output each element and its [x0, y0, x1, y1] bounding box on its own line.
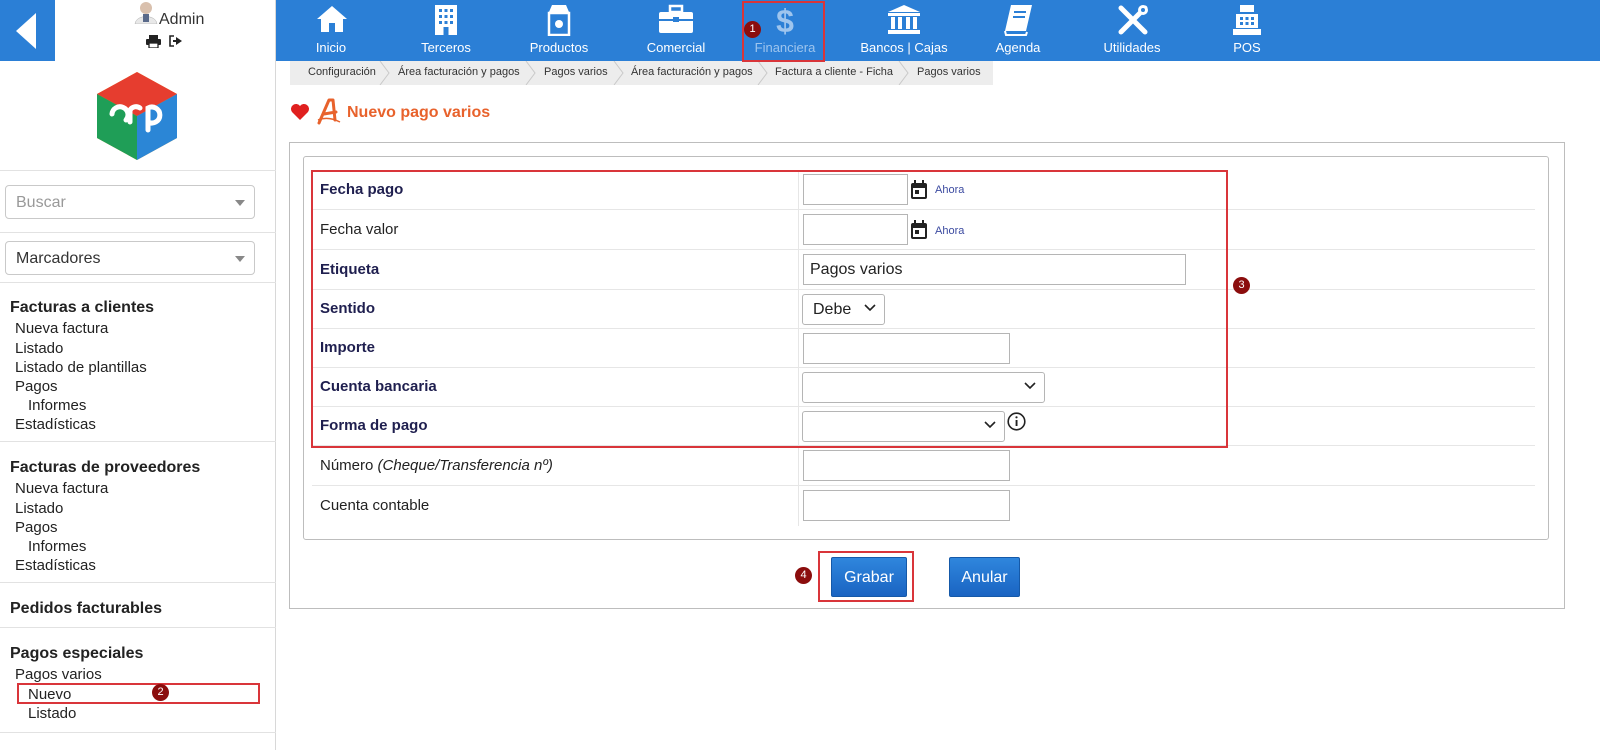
nav-item-agenda[interactable]: Agenda: [976, 0, 1060, 61]
menu-link-informes[interactable]: Informes: [28, 538, 86, 555]
nav-item-comercial[interactable]: Comercial: [634, 0, 718, 61]
breadcrumb-item[interactable]: Área facturación y pagos: [398, 66, 520, 78]
print-icon[interactable]: [146, 35, 161, 48]
breadcrumb-item[interactable]: Factura a cliente - Ficha: [775, 66, 893, 78]
annotation-box-form-fields: [311, 170, 1228, 448]
back-arrow-icon: [16, 13, 36, 49]
divider: [0, 282, 276, 283]
section-title-facturas-proveedores[interactable]: Facturas de proveedores: [10, 459, 200, 477]
menu-link-nueva-factura[interactable]: Nueva factura: [15, 480, 108, 497]
invoice-app-icon: [317, 98, 341, 125]
divider: [0, 732, 276, 733]
nav-label: Agenda: [995, 40, 1041, 55]
user-name[interactable]: Admin: [159, 11, 204, 29]
nav-label: Comercial: [646, 40, 706, 55]
chevron-right-icon: [379, 61, 390, 85]
page-title: Nuevo pago varios: [347, 104, 491, 121]
nav-item-pos[interactable]: POS: [1211, 0, 1283, 61]
book-icon: [1004, 5, 1032, 36]
back-button[interactable]: [0, 0, 55, 61]
cuenta-contable-input[interactable]: [803, 490, 1010, 521]
chevron-right-icon: [898, 61, 909, 85]
tools-icon: [1118, 5, 1148, 35]
dropdown-arrow-icon: [235, 200, 245, 206]
bookmarks-label: Marcadores: [16, 250, 101, 267]
nav-item-bancos-cajas[interactable]: Bancos | Cajas: [856, 0, 952, 61]
menu-link-nueva-factura[interactable]: Nueva factura: [15, 320, 108, 337]
breadcrumb-item[interactable]: Pagos varios: [544, 66, 608, 78]
menu-link-pagos[interactable]: Pagos: [15, 378, 58, 395]
app-window: Admin Buscar Marcadores Facturas a clien…: [0, 0, 1600, 750]
search-select[interactable]: Buscar: [5, 185, 255, 219]
annotation-badge: 4: [795, 567, 812, 584]
breadcrumb-item[interactable]: Pagos varios: [917, 66, 981, 78]
cancel-button[interactable]: Anular: [949, 557, 1020, 597]
building-icon: [435, 5, 457, 35]
menu-link-pagos-varios[interactable]: Pagos varios: [15, 666, 102, 683]
divider: [0, 627, 276, 628]
menu-link-estadisticas[interactable]: Estadísticas: [15, 416, 96, 433]
nav-label: Bancos | Cajas: [860, 40, 948, 55]
heart-icon[interactable]: [290, 103, 310, 121]
logout-icon[interactable]: [169, 35, 183, 47]
search-placeholder: Buscar: [16, 194, 66, 211]
left-sidebar: Admin Buscar Marcadores Facturas a clien…: [0, 0, 276, 750]
menu-link-listado[interactable]: Listado: [15, 500, 63, 517]
menu-link-estadisticas[interactable]: Estadísticas: [15, 557, 96, 574]
divider: [0, 441, 276, 442]
numero-label-text: Número: [320, 457, 374, 474]
numero-label: Número (Cheque/Transferencia nº): [320, 457, 553, 474]
section-title-facturas-clientes[interactable]: Facturas a clientes: [10, 299, 154, 317]
bank-icon: [888, 5, 920, 34]
annotation-badge: 2: [152, 684, 169, 701]
user-box: Admin: [55, 0, 276, 61]
nav-label: Productos: [529, 40, 589, 55]
top-navbar: Inicio Terceros Productos Comercial $ Fi…: [276, 0, 1600, 61]
section-title-pagos-especiales[interactable]: Pagos especiales: [10, 645, 143, 663]
breadcrumb: Configuración Área facturación y pagos P…: [290, 61, 993, 85]
menu-link-listado[interactable]: Listado: [15, 340, 63, 357]
divider: [0, 232, 276, 233]
register-icon: [1233, 5, 1261, 35]
annotation-badge: 1: [744, 21, 761, 38]
chevron-right-icon: [757, 61, 768, 85]
nav-item-inicio[interactable]: Inicio: [296, 0, 366, 61]
nav-label: Terceros: [421, 40, 471, 55]
box-icon: [547, 5, 571, 36]
section-title-pedidos-facturables[interactable]: Pedidos facturables: [10, 600, 162, 618]
annotation-box-nuevo: [17, 683, 260, 704]
chevron-right-icon: [613, 61, 624, 85]
nav-item-productos[interactable]: Productos: [519, 0, 599, 61]
nav-label: Utilidades: [1103, 40, 1161, 55]
cuenta-contable-label: Cuenta contable: [320, 497, 430, 514]
menu-link-pagos[interactable]: Pagos: [15, 519, 58, 536]
nav-item-utilidades[interactable]: Utilidades: [1091, 0, 1173, 61]
numero-input[interactable]: [803, 450, 1010, 481]
nav-label: POS: [1233, 40, 1261, 55]
briefcase-icon: [659, 4, 693, 33]
home-icon: [317, 6, 347, 32]
chevron-right-icon: [525, 61, 536, 85]
divider: [0, 582, 276, 583]
erp-logo: [97, 72, 177, 160]
numero-hint: (Cheque/Transferencia nº): [377, 457, 553, 474]
nav-label: Inicio: [315, 40, 347, 55]
breadcrumb-item[interactable]: Área facturación y pagos: [631, 66, 753, 78]
menu-link-listado-plantillas[interactable]: Listado de plantillas: [15, 359, 147, 376]
bookmarks-select[interactable]: Marcadores: [5, 241, 255, 275]
avatar[interactable]: [132, 0, 160, 24]
nav-item-terceros[interactable]: Terceros: [406, 0, 486, 61]
annotation-badge: 3: [1233, 277, 1250, 294]
menu-link-informes[interactable]: Informes: [28, 397, 86, 414]
divider: [0, 170, 276, 171]
menu-link-listado[interactable]: Listado: [28, 705, 76, 722]
dropdown-arrow-icon: [235, 256, 245, 262]
annotation-box-grabar: [818, 551, 914, 602]
breadcrumb-item[interactable]: Configuración: [308, 66, 376, 78]
